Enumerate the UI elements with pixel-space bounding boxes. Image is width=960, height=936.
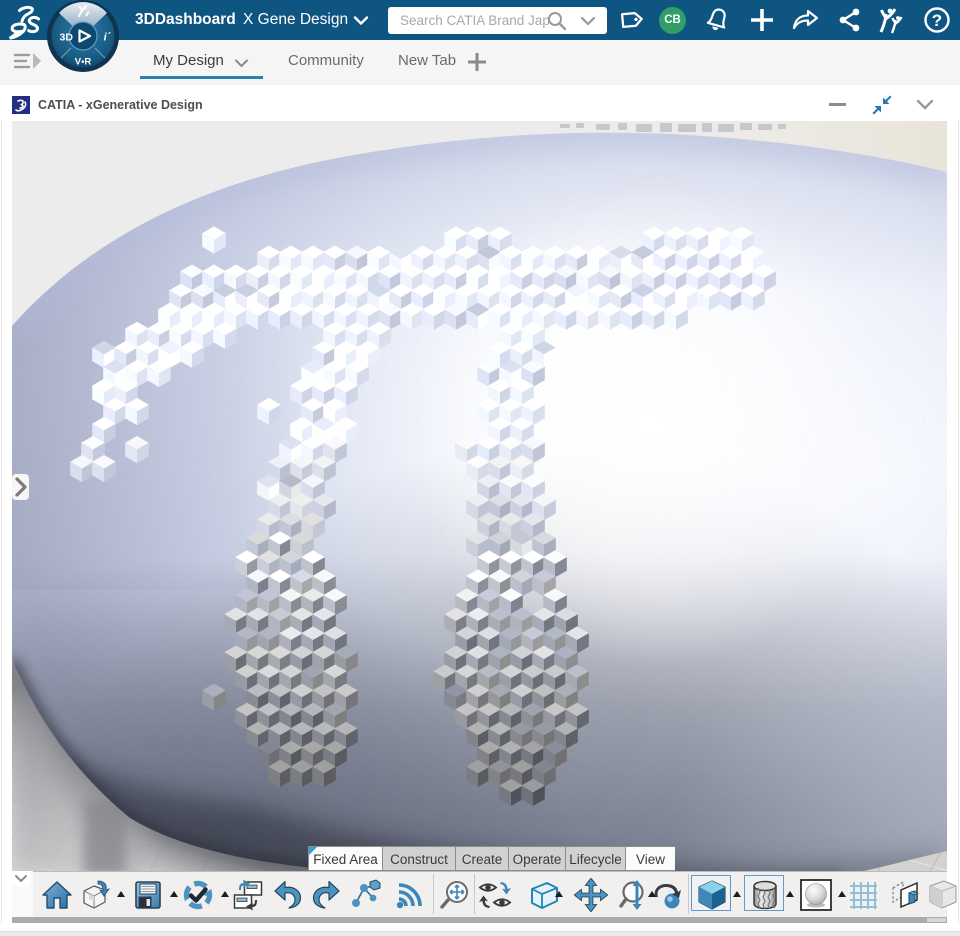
svg-text:3D: 3D: [60, 32, 74, 44]
svg-text:?: ?: [932, 11, 942, 30]
svg-text:V•R: V•R: [75, 57, 92, 68]
